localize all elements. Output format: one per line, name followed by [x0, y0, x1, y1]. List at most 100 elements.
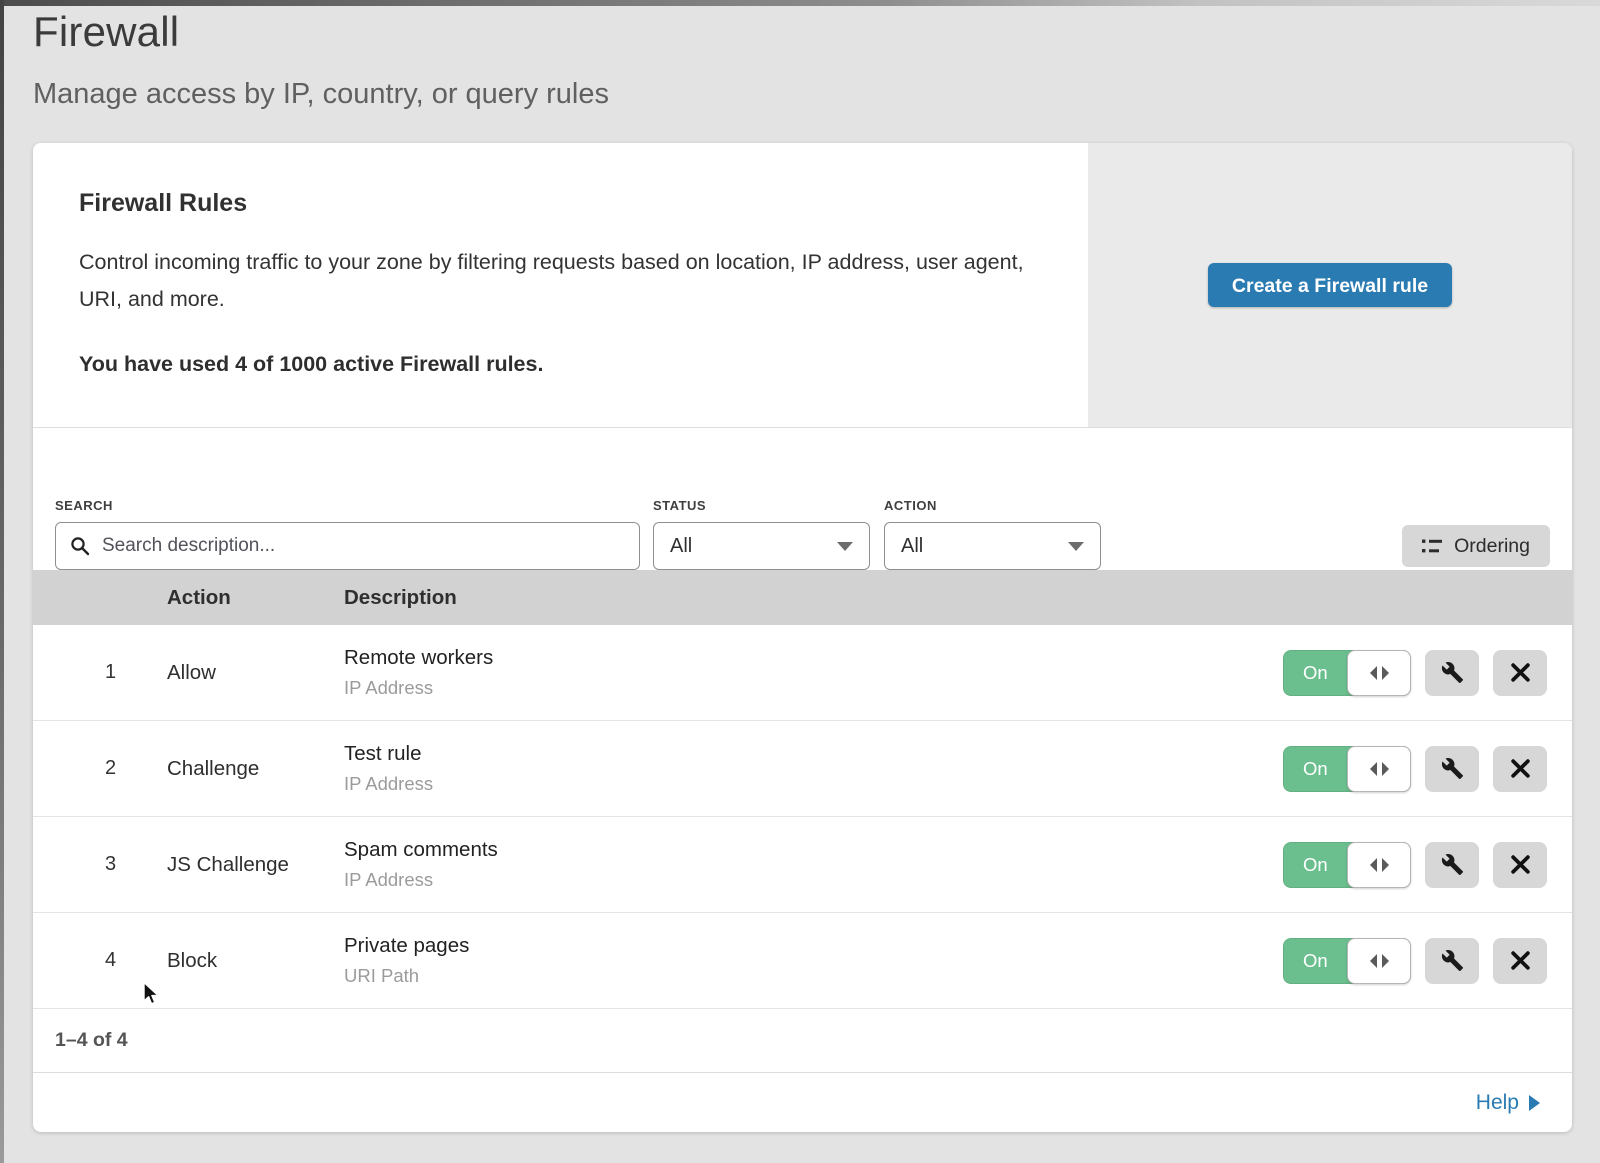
rule-controls: On: [1232, 842, 1572, 888]
edit-rule-button[interactable]: [1425, 746, 1479, 792]
rule-enabled-toggle[interactable]: On: [1283, 938, 1411, 984]
arrow-left-icon: [1370, 762, 1377, 776]
rule-description: Spam comments: [344, 838, 1232, 862]
toggle-drag-handle-icon[interactable]: [1347, 842, 1411, 888]
close-icon: [1510, 662, 1531, 683]
filters-bar: SEARCH STATUS All ACTION All: [33, 428, 1572, 570]
rule-action: Challenge: [167, 757, 344, 781]
section-heading: Firewall Rules: [79, 189, 1042, 218]
status-label: STATUS: [653, 498, 870, 513]
page-subtitle: Manage access by IP, country, or query r…: [33, 78, 609, 111]
ordered-list-icon: [1422, 538, 1442, 555]
delete-rule-button[interactable]: [1493, 650, 1547, 696]
create-firewall-rule-button[interactable]: Create a Firewall rule: [1208, 263, 1452, 307]
close-icon: [1510, 758, 1531, 779]
toggle-drag-handle-icon[interactable]: [1347, 650, 1411, 696]
search-box: [55, 522, 640, 570]
usage-summary: You have used 4 of 1000 active Firewall …: [79, 352, 1042, 377]
page-header: Firewall Manage access by IP, country, o…: [33, 8, 609, 111]
rule-field: IP Address: [344, 773, 1232, 795]
status-select[interactable]: All: [653, 522, 870, 570]
arrow-right-icon: [1382, 666, 1389, 680]
rule-description-cell: Test rule IP Address: [344, 742, 1232, 795]
column-header-action: Action: [167, 586, 344, 610]
delete-rule-button[interactable]: [1493, 938, 1547, 984]
rule-field: URI Path: [344, 965, 1232, 987]
rule-priority: 1: [33, 661, 167, 684]
action-select[interactable]: All: [884, 522, 1101, 570]
rule-field: IP Address: [344, 869, 1232, 891]
arrow-left-icon: [1370, 858, 1377, 872]
table-header: Action Description: [33, 570, 1572, 625]
status-filter-group: STATUS All: [653, 498, 870, 570]
pagination-text: 1–4 of 4: [55, 1029, 128, 1052]
table-row: 2 Challenge Test rule IP Address On: [33, 721, 1572, 817]
arrow-left-icon: [1370, 666, 1377, 680]
page-title: Firewall: [33, 8, 609, 56]
arrow-right-icon: [1382, 954, 1389, 968]
help-bar: Help: [33, 1073, 1572, 1132]
rule-description-cell: Spam comments IP Address: [344, 838, 1232, 891]
action-selected-value: All: [901, 535, 923, 558]
search-input[interactable]: [55, 522, 640, 570]
delete-rule-button[interactable]: [1493, 746, 1547, 792]
table-row: 3 JS Challenge Spam comments IP Address …: [33, 817, 1572, 913]
rule-priority: 2: [33, 757, 167, 780]
rule-description-cell: Private pages URI Path: [344, 934, 1232, 987]
rule-controls: On: [1232, 938, 1572, 984]
rule-description: Private pages: [344, 934, 1232, 958]
rule-enabled-toggle[interactable]: On: [1283, 650, 1411, 696]
table-row: 4 Block Private pages URI Path On: [33, 913, 1572, 1009]
edit-rule-button[interactable]: [1425, 938, 1479, 984]
toggle-on-label: On: [1303, 938, 1328, 984]
arrow-right-icon: [1382, 762, 1389, 776]
toggle-drag-handle-icon[interactable]: [1347, 746, 1411, 792]
help-link-label: Help: [1476, 1091, 1519, 1115]
rule-priority: 4: [33, 949, 167, 972]
wrench-icon: [1441, 853, 1464, 876]
firewall-rules-card: Firewall Rules Control incoming traffic …: [33, 143, 1572, 1132]
search-filter-group: SEARCH: [55, 498, 640, 570]
arrow-right-icon: [1382, 858, 1389, 872]
rule-priority: 3: [33, 853, 167, 876]
create-rule-panel: Create a Firewall rule: [1088, 143, 1572, 427]
help-link[interactable]: Help: [1476, 1091, 1540, 1115]
rule-controls: On: [1232, 746, 1572, 792]
rule-field: IP Address: [344, 677, 1232, 699]
intro-section: Firewall Rules Control incoming traffic …: [33, 143, 1572, 428]
rule-enabled-toggle[interactable]: On: [1283, 842, 1411, 888]
action-label: ACTION: [884, 498, 1101, 513]
section-description: Control incoming traffic to your zone by…: [79, 244, 1039, 318]
wrench-icon: [1441, 949, 1464, 972]
arrow-right-icon: [1529, 1095, 1540, 1111]
intro-text-panel: Firewall Rules Control incoming traffic …: [33, 143, 1088, 427]
edit-rule-button[interactable]: [1425, 842, 1479, 888]
toggle-on-label: On: [1303, 650, 1328, 696]
rule-controls: On: [1232, 650, 1572, 696]
chevron-down-icon: [837, 542, 853, 551]
close-icon: [1510, 950, 1531, 971]
status-selected-value: All: [670, 535, 692, 558]
pagination-bar: 1–4 of 4: [33, 1009, 1572, 1073]
ordering-button-label: Ordering: [1454, 535, 1530, 558]
rule-description-cell: Remote workers IP Address: [344, 646, 1232, 699]
toggle-on-label: On: [1303, 842, 1328, 888]
arrow-left-icon: [1370, 954, 1377, 968]
rule-action: Block: [167, 949, 344, 973]
rule-enabled-toggle[interactable]: On: [1283, 746, 1411, 792]
rule-action: JS Challenge: [167, 853, 344, 877]
toggle-drag-handle-icon[interactable]: [1347, 938, 1411, 984]
toggle-on-label: On: [1303, 746, 1328, 792]
rule-action: Allow: [167, 661, 344, 685]
wrench-icon: [1441, 757, 1464, 780]
ordering-button[interactable]: Ordering: [1402, 525, 1550, 567]
edit-rule-button[interactable]: [1425, 650, 1479, 696]
wrench-icon: [1441, 661, 1464, 684]
column-header-description: Description: [344, 586, 1232, 610]
rule-description: Test rule: [344, 742, 1232, 766]
search-icon: [70, 536, 90, 556]
chevron-down-icon: [1068, 542, 1084, 551]
window-edge-left: [0, 0, 4, 1163]
delete-rule-button[interactable]: [1493, 842, 1547, 888]
close-icon: [1510, 854, 1531, 875]
